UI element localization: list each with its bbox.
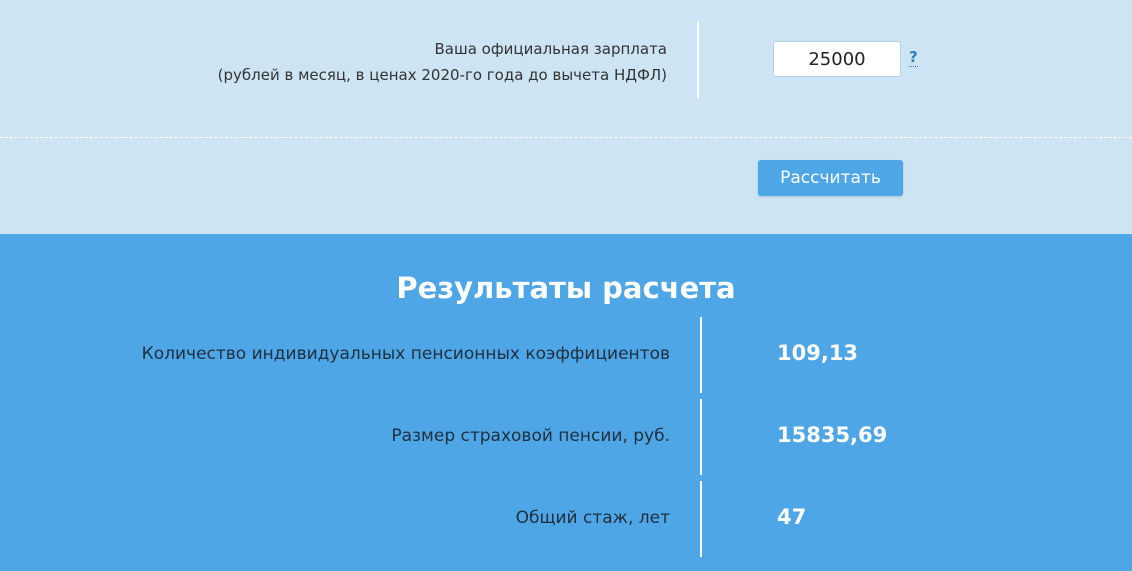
input-divider xyxy=(697,22,699,99)
result-divider xyxy=(700,399,702,475)
input-section: Ваша официальная зарплата (рублей в меся… xyxy=(0,0,1132,234)
result-divider xyxy=(700,317,702,393)
calculate-button[interactable]: Рассчитать xyxy=(758,160,903,196)
section-separator xyxy=(0,137,1132,138)
result-value-coefficients: 109,13 xyxy=(777,341,859,365)
result-divider xyxy=(700,481,702,557)
salary-label-title: Ваша официальная зарплата xyxy=(434,40,668,58)
salary-label: Ваша официальная зарплата (рублей в меся… xyxy=(218,36,667,88)
salary-input[interactable] xyxy=(773,41,901,77)
salary-label-note: (рублей в месяц, в ценах 2020-го года до… xyxy=(217,66,667,84)
result-label-coefficients: Количество индивидуальных пенсионных коэ… xyxy=(141,344,670,364)
result-label-pension: Размер страховой пенсии, руб. xyxy=(391,426,670,446)
results-title: Результаты расчета xyxy=(396,271,736,305)
results-section: Результаты расчета Количество индивидуал… xyxy=(0,234,1132,571)
salary-help-link[interactable]: ? xyxy=(909,48,918,67)
result-value-pension: 15835,69 xyxy=(777,423,888,447)
result-value-experience: 47 xyxy=(777,505,807,529)
result-label-experience: Общий стаж, лет xyxy=(515,508,670,528)
